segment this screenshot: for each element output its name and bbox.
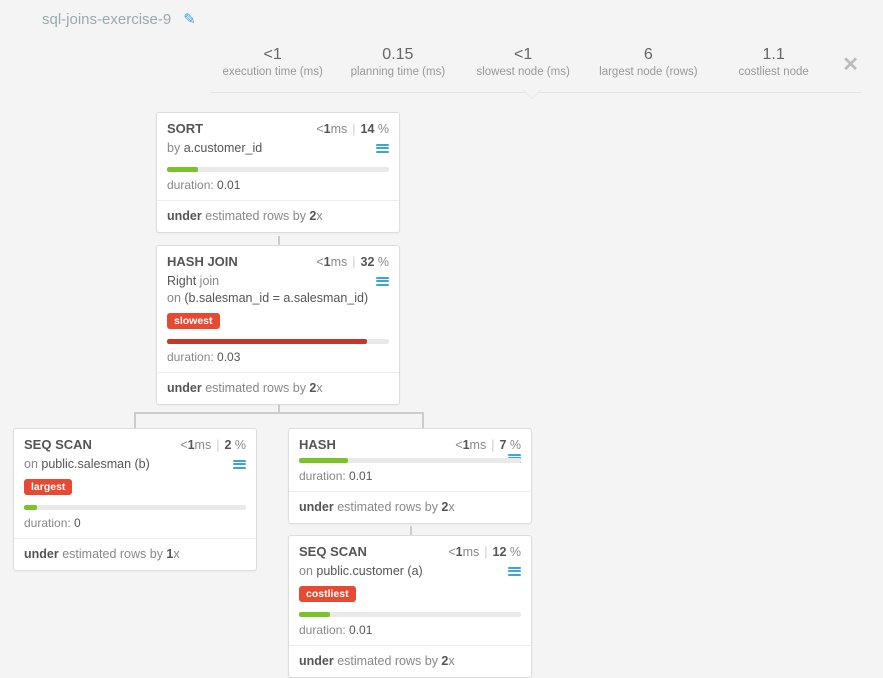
duration-bar bbox=[167, 339, 389, 344]
estimate-text: under estimated rows by 1x bbox=[14, 538, 256, 570]
database-icon[interactable] bbox=[376, 140, 389, 159]
duration-bar bbox=[299, 458, 521, 463]
plan-node-hash-join[interactable]: HASH JOIN <1ms | 32 % Right join on (b.s… bbox=[156, 245, 400, 405]
node-name: SEQ SCAN bbox=[299, 544, 448, 559]
plan-node-seq-scan-customer[interactable]: SEQ SCAN <1ms | 12 % on public.customer … bbox=[288, 535, 532, 678]
duration-bar bbox=[299, 612, 521, 617]
node-name: SORT bbox=[167, 121, 316, 136]
node-name: HASH JOIN bbox=[167, 254, 316, 269]
duration-bar bbox=[167, 167, 389, 172]
plan-node-hash[interactable]: HASH <1ms | 7 % duration: 0.01 under est… bbox=[288, 428, 532, 524]
duration-text: duration: 0 bbox=[14, 514, 256, 538]
estimate-text: under estimated rows by 2x bbox=[157, 372, 399, 404]
node-pct: 2 % bbox=[224, 438, 246, 452]
estimate-text: under estimated rows by 2x bbox=[157, 200, 399, 232]
node-name: HASH bbox=[299, 437, 455, 452]
duration-text: duration: 0.03 bbox=[157, 348, 399, 372]
node-time: <1ms bbox=[455, 438, 486, 452]
connector bbox=[422, 412, 424, 429]
estimate-text: under estimated rows by 2x bbox=[289, 645, 531, 677]
plan-canvas: SORT <1ms | 14 % by a.customer_id durati… bbox=[0, 0, 883, 648]
node-time: <1ms bbox=[316, 122, 347, 136]
node-time: <1ms bbox=[316, 255, 347, 269]
largest-badge: largest bbox=[24, 479, 72, 495]
node-pct: 14 % bbox=[361, 122, 390, 136]
node-time: <1ms bbox=[448, 545, 479, 559]
connector bbox=[134, 412, 136, 429]
plan-node-seq-scan-salesman[interactable]: SEQ SCAN <1ms | 2 % on public.salesman (… bbox=[13, 428, 257, 571]
duration-bar bbox=[24, 505, 246, 510]
duration-text: duration: 0.01 bbox=[289, 467, 531, 491]
node-pct: 32 % bbox=[361, 255, 390, 269]
connector bbox=[134, 412, 424, 414]
database-icon[interactable] bbox=[376, 273, 389, 292]
node-pct: 12 % bbox=[493, 545, 522, 559]
estimate-text: under estimated rows by 2x bbox=[289, 491, 531, 523]
slowest-badge: slowest bbox=[167, 313, 220, 329]
plan-node-sort[interactable]: SORT <1ms | 14 % by a.customer_id durati… bbox=[156, 112, 400, 233]
duration-text: duration: 0.01 bbox=[157, 176, 399, 200]
duration-text: duration: 0.01 bbox=[289, 621, 531, 645]
database-icon[interactable] bbox=[233, 456, 246, 475]
database-icon[interactable] bbox=[508, 563, 521, 582]
costliest-badge: costliest bbox=[299, 586, 356, 602]
node-name: SEQ SCAN bbox=[24, 437, 180, 452]
node-time: <1ms bbox=[180, 438, 211, 452]
